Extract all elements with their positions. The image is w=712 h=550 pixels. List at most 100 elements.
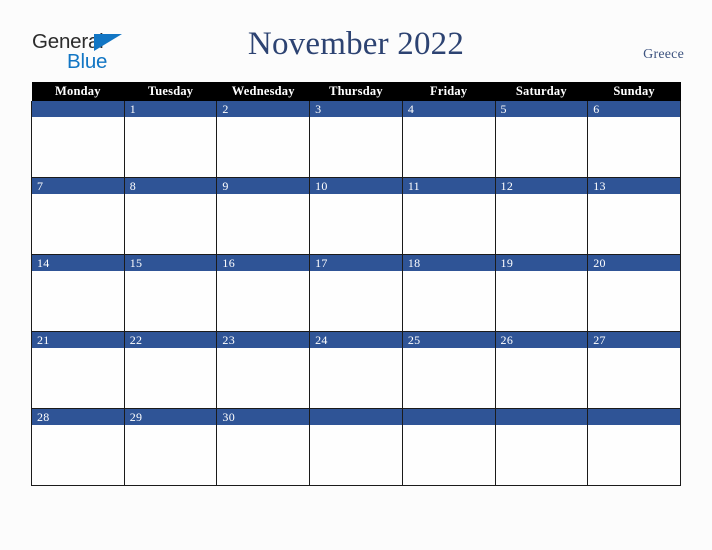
day-cell[interactable]: 13	[587, 177, 681, 255]
day-number: 27	[588, 332, 680, 348]
day-number: 24	[310, 332, 402, 348]
day-note-area[interactable]	[217, 117, 310, 177]
day-note-area[interactable]	[402, 271, 495, 331]
day-cell[interactable]: 18	[401, 254, 496, 332]
day-cell[interactable]: 16	[216, 254, 311, 332]
day-note-area[interactable]	[310, 348, 402, 408]
calendar-header-row: Monday Tuesday Wednesday Thursday Friday…	[31, 82, 681, 101]
day-note-area[interactable]	[310, 271, 402, 331]
day-number: 18	[402, 255, 495, 271]
day-cell[interactable]: 29	[123, 408, 218, 486]
day-number: 25	[402, 332, 495, 348]
day-note-area[interactable]	[32, 117, 124, 177]
calendar-week-row: 14 15 16 17 18 19 20	[31, 254, 681, 332]
day-note-area[interactable]	[310, 117, 402, 177]
day-cell[interactable]: 5	[494, 101, 589, 178]
day-note-area[interactable]	[402, 117, 495, 177]
day-note-area[interactable]	[588, 348, 680, 408]
day-number: 13	[588, 178, 680, 194]
day-note-area[interactable]	[402, 194, 495, 254]
day-number	[310, 409, 402, 425]
day-cell[interactable]: 19	[494, 254, 589, 332]
day-note-area[interactable]	[402, 348, 495, 408]
weekday-header-thursday: Thursday	[309, 82, 403, 101]
day-cell[interactable]: 7	[31, 177, 125, 255]
day-number: 29	[124, 409, 217, 425]
calendar-week-row: 1 2 3 4 5 6	[31, 101, 681, 178]
day-number	[32, 101, 124, 117]
day-note-area[interactable]	[495, 117, 588, 177]
day-cell[interactable]: 6	[587, 101, 681, 178]
day-note-area[interactable]	[217, 271, 310, 331]
day-note-area[interactable]	[32, 425, 124, 485]
day-number: 11	[402, 178, 495, 194]
day-note-area[interactable]	[588, 194, 680, 254]
day-cell[interactable]: 2	[216, 101, 311, 178]
weekday-header-tuesday: Tuesday	[124, 82, 217, 101]
weekday-header-wednesday: Wednesday	[216, 82, 310, 101]
day-note-area[interactable]	[402, 425, 495, 485]
day-cell[interactable]: 12	[494, 177, 589, 255]
day-cell[interactable]: 3	[309, 101, 403, 178]
weekday-header-friday: Friday	[402, 82, 496, 101]
day-cell[interactable]: 11	[401, 177, 496, 255]
day-cell[interactable]: 20	[587, 254, 681, 332]
day-note-area[interactable]	[124, 117, 217, 177]
day-number: 22	[124, 332, 217, 348]
day-note-area[interactable]	[124, 194, 217, 254]
day-note-area[interactable]	[588, 117, 680, 177]
day-note-area[interactable]	[588, 271, 680, 331]
day-cell[interactable]	[401, 408, 496, 486]
day-cell[interactable]: 24	[309, 331, 403, 409]
day-number: 5	[495, 101, 588, 117]
day-cell[interactable]: 26	[494, 331, 589, 409]
day-cell[interactable]: 22	[123, 331, 218, 409]
day-cell[interactable]: 9	[216, 177, 311, 255]
day-note-area[interactable]	[217, 348, 310, 408]
day-cell[interactable]: 10	[309, 177, 403, 255]
day-number: 23	[217, 332, 310, 348]
calendar-week-row: 28 29 30	[31, 408, 681, 486]
day-cell[interactable]	[309, 408, 403, 486]
day-note-area[interactable]	[32, 348, 124, 408]
calendar-table: Monday Tuesday Wednesday Thursday Friday…	[31, 82, 681, 486]
day-cell[interactable]: 14	[31, 254, 125, 332]
day-number	[495, 409, 588, 425]
day-note-area[interactable]	[495, 348, 588, 408]
day-note-area[interactable]	[495, 194, 588, 254]
weekday-header-sunday: Sunday	[587, 82, 681, 101]
day-cell[interactable]	[31, 101, 125, 178]
day-note-area[interactable]	[124, 425, 217, 485]
day-cell[interactable]: 30	[216, 408, 311, 486]
day-cell[interactable]: 8	[123, 177, 218, 255]
day-note-area[interactable]	[310, 425, 402, 485]
day-number: 20	[588, 255, 680, 271]
day-cell[interactable]: 27	[587, 331, 681, 409]
day-note-area[interactable]	[217, 425, 310, 485]
day-note-area[interactable]	[310, 194, 402, 254]
day-note-area[interactable]	[217, 194, 310, 254]
day-note-area[interactable]	[124, 348, 217, 408]
day-cell[interactable]	[494, 408, 589, 486]
day-number	[402, 409, 495, 425]
day-cell[interactable]	[587, 408, 681, 486]
day-cell[interactable]: 25	[401, 331, 496, 409]
calendar-week-row: 7 8 9 10 11 12 13	[31, 177, 681, 255]
country-label: Greece	[643, 47, 684, 62]
day-cell[interactable]: 23	[216, 331, 311, 409]
day-number: 16	[217, 255, 310, 271]
day-note-area[interactable]	[124, 271, 217, 331]
day-cell[interactable]: 1	[123, 101, 218, 178]
day-cell[interactable]: 17	[309, 254, 403, 332]
day-note-area[interactable]	[495, 271, 588, 331]
day-number: 14	[32, 255, 124, 271]
day-note-area[interactable]	[32, 271, 124, 331]
day-note-area[interactable]	[588, 425, 680, 485]
day-cell[interactable]: 28	[31, 408, 125, 486]
day-cell[interactable]: 15	[123, 254, 218, 332]
day-note-area[interactable]	[32, 194, 124, 254]
day-cell[interactable]: 4	[401, 101, 496, 178]
day-number: 2	[217, 101, 310, 117]
day-cell[interactable]: 21	[31, 331, 125, 409]
day-note-area[interactable]	[495, 425, 588, 485]
